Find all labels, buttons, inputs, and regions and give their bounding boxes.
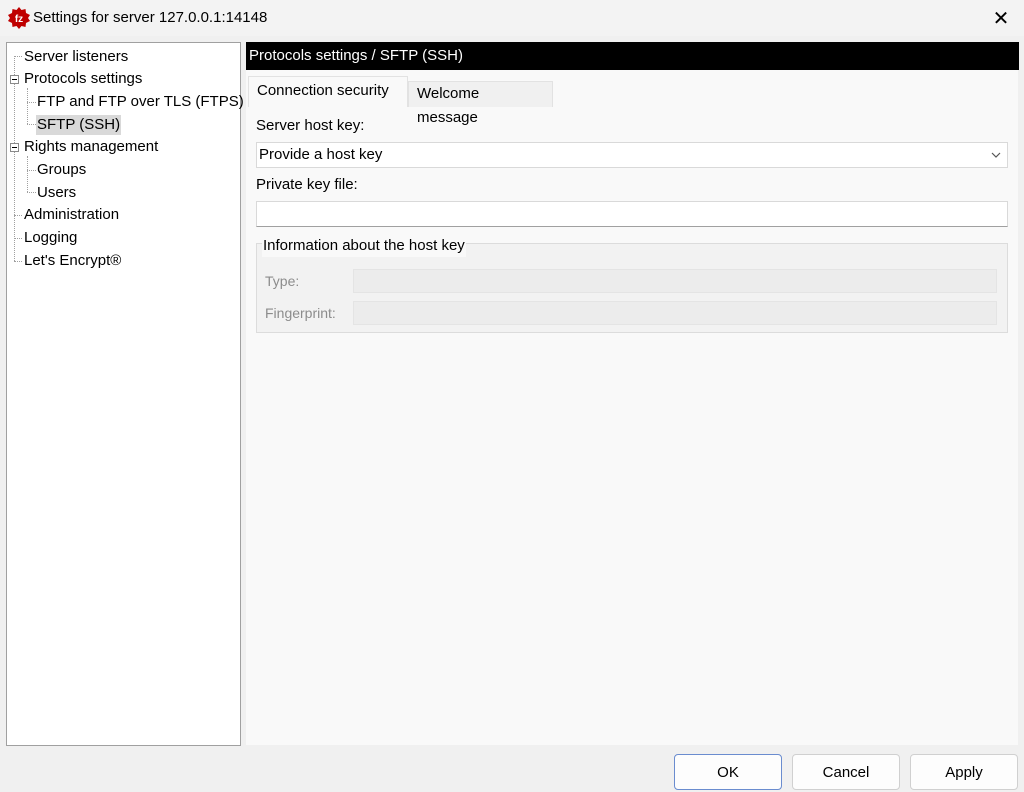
tree-item-protocols-settings[interactable]: Protocols settings bbox=[23, 69, 143, 89]
tree-item-sftp-ssh[interactable]: SFTP (SSH) bbox=[36, 115, 122, 135]
tree-item-users[interactable]: Users bbox=[36, 183, 77, 203]
tree-item-ftp-ftps[interactable]: FTP and FTP over TLS (FTPS) bbox=[36, 92, 245, 112]
ok-button[interactable]: OK bbox=[674, 754, 782, 790]
tree-connector bbox=[27, 102, 36, 103]
title-bar: fz Settings for server 127.0.0.1:14148 ✕ bbox=[0, 0, 1024, 36]
server-host-key-label: Server host key: bbox=[256, 117, 365, 134]
svg-text:fz: fz bbox=[15, 14, 23, 25]
tree-connector bbox=[27, 88, 28, 124]
tab-connection-security[interactable]: Connection security bbox=[248, 76, 408, 107]
tree-item-administration[interactable]: Administration bbox=[23, 205, 120, 225]
tree-connector bbox=[14, 215, 22, 216]
tree-connector bbox=[14, 56, 22, 57]
cancel-button[interactable]: Cancel bbox=[792, 754, 900, 790]
panel-header: Protocols settings / SFTP (SSH) bbox=[246, 42, 1019, 70]
tree-connector bbox=[27, 124, 36, 125]
collapse-icon[interactable] bbox=[10, 143, 19, 152]
tab-welcome-message[interactable]: Welcome message bbox=[408, 81, 553, 126]
settings-tree[interactable]: Server listeners Protocols settings FTP … bbox=[6, 42, 244, 746]
tree-connector bbox=[27, 170, 36, 171]
tree-item-lets-encrypt[interactable]: Let's Encrypt® bbox=[23, 251, 122, 271]
tree-connector bbox=[14, 56, 15, 261]
chevron-down-icon bbox=[991, 143, 1001, 175]
host-key-info-title: Information about the host key bbox=[262, 235, 466, 257]
window-title: Settings for server 127.0.0.1:14148 bbox=[33, 9, 268, 26]
filezilla-server-icon: fz bbox=[8, 7, 30, 29]
tree-item-groups[interactable]: Groups bbox=[36, 160, 87, 180]
collapse-icon[interactable] bbox=[10, 75, 19, 84]
tree-connector bbox=[27, 192, 36, 193]
tree-connector bbox=[27, 156, 28, 192]
host-key-info-group: Information about the host key Type: Fin… bbox=[256, 235, 1008, 333]
tree-item-server-listeners[interactable]: Server listeners bbox=[23, 47, 129, 67]
tree-connector bbox=[14, 261, 22, 262]
fingerprint-label: Fingerprint: bbox=[265, 305, 336, 321]
server-host-key-select[interactable]: Provide a host key bbox=[256, 142, 1008, 168]
close-button[interactable]: ✕ bbox=[978, 0, 1024, 36]
server-host-key-value: Provide a host key bbox=[259, 146, 383, 163]
tree-item-logging[interactable]: Logging bbox=[23, 228, 78, 248]
tabs-bar: Connection security Welcome message bbox=[246, 76, 1018, 126]
type-field bbox=[353, 269, 997, 293]
apply-button[interactable]: Apply bbox=[910, 754, 1018, 790]
private-key-file-label: Private key file: bbox=[256, 176, 358, 193]
type-label: Type: bbox=[265, 273, 300, 289]
tree-connector bbox=[14, 238, 22, 239]
settings-panel: Protocols settings / SFTP (SSH) Connecti… bbox=[246, 42, 1019, 745]
tree-item-rights-management[interactable]: Rights management bbox=[23, 137, 159, 157]
private-key-file-input[interactable] bbox=[256, 201, 1008, 227]
close-icon: ✕ bbox=[992, 7, 1010, 30]
fingerprint-field bbox=[353, 301, 997, 325]
